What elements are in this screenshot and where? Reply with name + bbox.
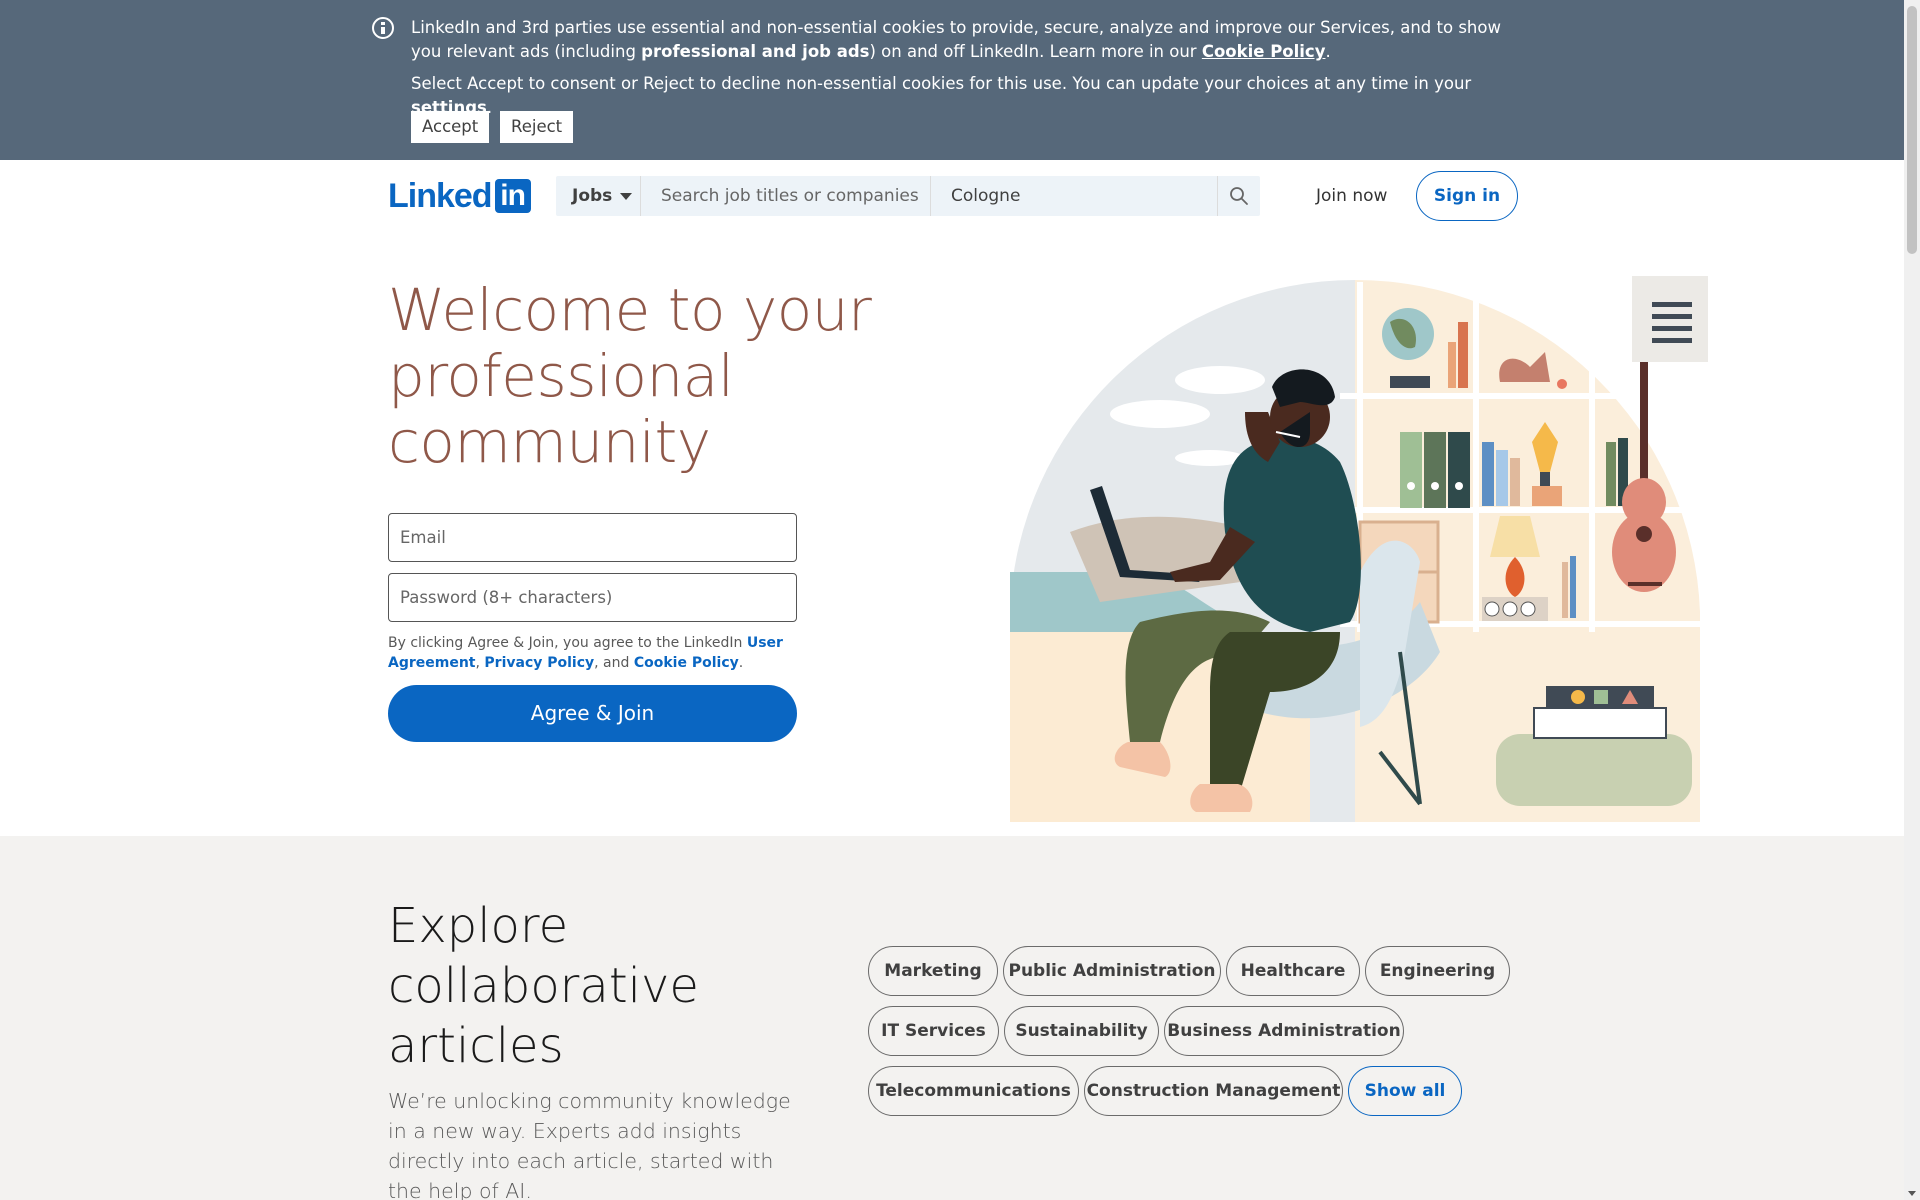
cookie-text: ) on and off LinkedIn. Learn more in our	[869, 42, 1202, 61]
join-now-link[interactable]: Join now	[1310, 176, 1393, 216]
topic-pill-healthcare[interactable]: Healthcare	[1226, 946, 1360, 996]
location-input[interactable]	[931, 176, 1217, 216]
cookie-message: LinkedIn and 3rd parties use essential a…	[411, 16, 1531, 64]
topic-pill-telecommunications[interactable]: Telecommunications	[868, 1066, 1079, 1116]
cookie-text-bold: professional and job ads	[641, 42, 870, 61]
topic-pill-marketing[interactable]: Marketing	[868, 946, 998, 996]
sign-in-button[interactable]: Sign in	[1416, 171, 1518, 221]
jobs-dropdown[interactable]: Jobs	[556, 176, 640, 216]
reject-button[interactable]: Reject	[500, 111, 574, 143]
cookie-text: Select Accept to consent or Reject to de…	[411, 74, 1472, 93]
topic-pill-sustainability[interactable]: Sustainability	[1004, 1006, 1159, 1056]
logo-word: Linked	[388, 177, 493, 215]
job-search-input[interactable]	[641, 176, 930, 216]
topic-pill-public-administration[interactable]: Public Administration	[1003, 946, 1221, 996]
privacy-policy-link[interactable]: Privacy Policy	[484, 655, 594, 671]
search-button[interactable]	[1218, 176, 1260, 216]
jobs-label: Jobs	[572, 186, 613, 206]
topic-pill-construction-management[interactable]: Construction Management	[1084, 1066, 1343, 1116]
explore-title: Explore collaborative articles	[388, 898, 699, 1074]
hero-title: Welcome to your professional community	[388, 276, 872, 476]
search-icon	[1230, 187, 1248, 205]
agree-and-join-button[interactable]: Agree & Join	[388, 685, 797, 742]
topic-pill-engineering[interactable]: Engineering	[1365, 946, 1510, 996]
legal-text: .	[738, 655, 744, 671]
topic-pill-business-administration[interactable]: Business Administration	[1164, 1006, 1404, 1056]
legal-text: , and	[594, 655, 634, 671]
job-search-bar: Jobs	[556, 176, 1260, 216]
cookie-banner: LinkedIn and 3rd parties use essential a…	[0, 0, 1904, 160]
accept-button[interactable]: Accept	[411, 111, 490, 143]
logo-in-box: in	[494, 179, 531, 213]
scrollbar-thumb[interactable]	[1907, 6, 1917, 254]
page-scrollbar[interactable]	[1904, 0, 1920, 1200]
cookie-policy-link[interactable]: Cookie Policy	[1202, 42, 1326, 61]
cookie-consent-message: Select Accept to consent or Reject to de…	[411, 72, 1551, 120]
linkedin-logo[interactable]: Linked in	[388, 178, 531, 214]
info-icon	[372, 17, 394, 39]
cookie-text: .	[1325, 42, 1331, 61]
scroll-down-arrow-icon[interactable]	[1908, 1191, 1916, 1196]
password-field[interactable]	[388, 573, 797, 622]
explore-description: We’re unlocking community knowledge in a…	[388, 1089, 791, 1200]
legal-text: By clicking Agree & Join, you agree to t…	[388, 635, 747, 651]
hero-illustration	[1010, 276, 1708, 822]
topic-pill-it-services[interactable]: IT Services	[868, 1006, 999, 1056]
legal-notice: By clicking Agree & Join, you agree to t…	[388, 633, 798, 673]
show-all-button[interactable]: Show all	[1348, 1066, 1462, 1116]
cookie-policy-link[interactable]: Cookie Policy	[634, 655, 739, 671]
caret-down-icon	[620, 192, 633, 200]
email-field[interactable]	[388, 513, 797, 562]
